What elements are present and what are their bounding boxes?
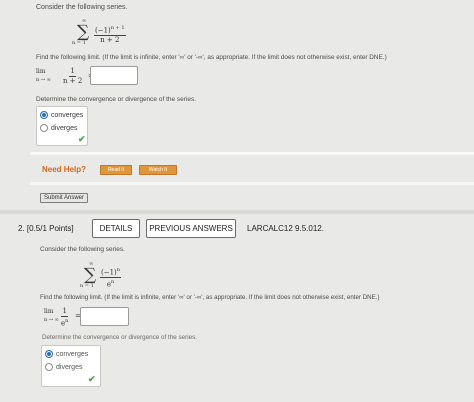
radio-unselected-icon[interactable] (40, 124, 48, 132)
summation-icon: ∑ (84, 265, 97, 285)
q2-series-lower: n = 1 (80, 283, 94, 289)
q2-series: ∞ ∑ n = 1 (−1)n en (80, 261, 150, 291)
q2-limit-expression: lim n → ∞ 1 en = (44, 307, 84, 329)
q2-prompt: Consider the following series. (40, 246, 125, 253)
q1-option-converges[interactable]: converges (40, 111, 83, 119)
q2-option-converges-label: converges (56, 350, 89, 358)
read-it-button[interactable]: Read It (100, 165, 132, 175)
q1-series-numerator: (−1) (95, 26, 111, 35)
q1-prompt: Consider the following series. (36, 4, 128, 11)
q2-limit-instruction: Find the following limit. (If the limit … (40, 294, 380, 301)
q1-series-fraction: (−1)n + 1 n + 2 (94, 24, 126, 45)
q2-series-num-exp: n (116, 267, 121, 273)
submit-answer-button[interactable]: Submit Answer (40, 193, 88, 203)
q1-series-lower: n = 1 (72, 40, 86, 46)
q2-options-box: converges diverges ✔ (41, 345, 101, 387)
q2-lim-den-exp: n (65, 318, 69, 324)
q2-series-numerator: (−1) (101, 268, 117, 277)
q1-limit-answer-input[interactable] (90, 66, 138, 85)
q1-series-denominator: n + 2 (100, 36, 120, 45)
q1-lim-word: lim (36, 68, 46, 75)
radio-selected-icon[interactable] (45, 350, 53, 358)
q2-code: LARCALC12 9.5.012. (247, 224, 324, 233)
question-separator (0, 210, 474, 214)
q2-lim-numerator: 1 (61, 307, 68, 317)
radio-selected-icon[interactable] (40, 111, 48, 119)
q1-limit-expression: lim n → ∞ 1 n + 2 = (36, 66, 96, 88)
checkmark-icon: ✔ (78, 134, 86, 144)
q1-lim-numerator: 1 (69, 67, 76, 77)
q2-series-den-exp: n (110, 279, 115, 286)
q2-option-diverges-label: diverges (56, 363, 83, 371)
previous-answers-button[interactable]: PREVIOUS ANSWERS (146, 219, 236, 238)
q2-option-diverges[interactable]: diverges (45, 363, 82, 371)
q1-option-diverges[interactable]: diverges (40, 124, 77, 132)
q1-limit-instruction: Find the following limit. (If the limit … (36, 54, 387, 61)
q1-lim-fraction: 1 n + 2 (63, 67, 82, 86)
divider (30, 152, 474, 155)
q1-lim-sub: n → ∞ (36, 77, 51, 83)
q2-limit-answer-input[interactable] (80, 307, 129, 326)
q1-options-box: converges diverges ✔ (36, 106, 88, 146)
q2-lim-word: lim (44, 308, 54, 315)
q2-series-fraction: (−1)n en (100, 266, 122, 290)
details-button[interactable]: DETAILS (92, 219, 140, 238)
divider (30, 182, 474, 185)
q1-lim-denominator: n + 2 (63, 77, 83, 85)
summation-icon: ∑ (77, 22, 90, 42)
q1-series-num-exp: n + 1 (110, 25, 125, 31)
q1-option-diverges-label: diverges (51, 124, 78, 132)
q2-number: 2. [0.5/1 Points] (18, 224, 74, 233)
need-help-label: Need Help? (42, 165, 87, 174)
q1-option-converges-label: converges (51, 111, 84, 119)
q2-convergence-prompt: Determine the convergence or divergence … (42, 334, 198, 341)
q2-option-converges[interactable]: converges (45, 350, 88, 358)
checkmark-icon: ✔ (88, 374, 96, 384)
q1-series: ∞ ∑ n = 1 (−1)n + 1 n + 2 (72, 18, 142, 48)
q2-lim-fraction: 1 en (61, 307, 68, 328)
watch-it-button[interactable]: Watch It (139, 165, 177, 175)
q1-convergence-prompt: Determine the convergence or divergence … (36, 96, 197, 103)
q2-lim-sub: n → ∞ (44, 317, 59, 323)
radio-unselected-icon[interactable] (45, 363, 53, 371)
